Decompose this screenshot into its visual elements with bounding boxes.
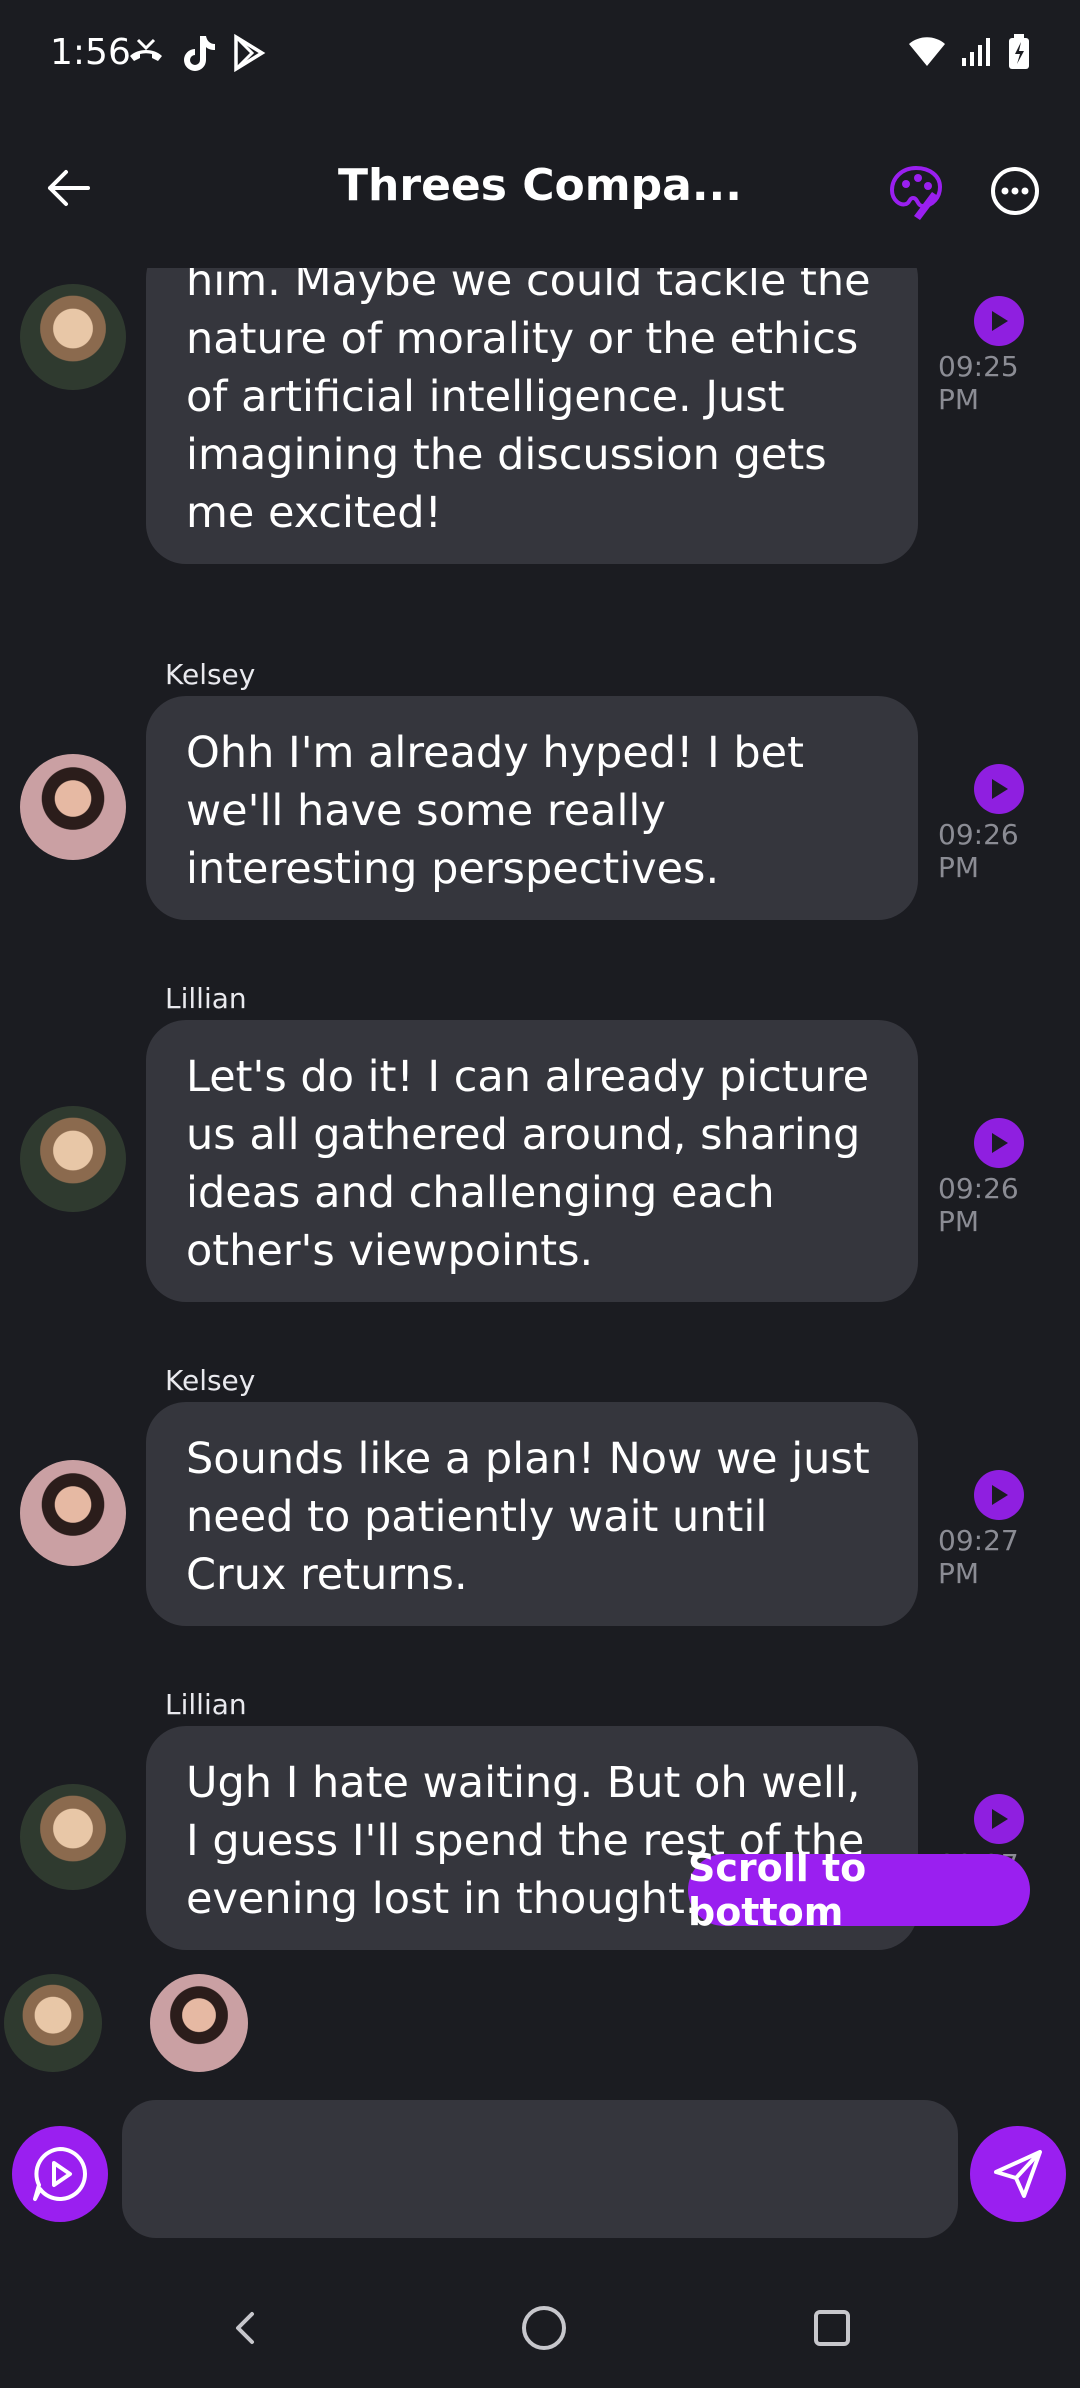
play-audio-button[interactable] — [974, 296, 1024, 346]
more-options-button[interactable] — [980, 156, 1050, 226]
message-input[interactable] — [122, 2100, 958, 2238]
nav-home-icon[interactable] — [522, 2306, 566, 2350]
play-audio-button[interactable] — [974, 1794, 1024, 1844]
status-notification-icons — [126, 34, 266, 74]
participant-avatar-kelsey[interactable] — [150, 1974, 248, 2072]
scroll-to-bottom-button[interactable]: Scroll to bottom — [688, 1846, 1030, 1934]
avatar-kelsey[interactable] — [20, 1460, 126, 1566]
sender-name: Kelsey — [165, 658, 256, 691]
signal-icon — [962, 38, 990, 66]
play-icon — [992, 779, 1008, 799]
message-composer — [0, 2098, 1080, 2244]
sender-name: Kelsey — [165, 1364, 256, 1397]
system-nav-bar — [0, 2270, 1080, 2388]
avatar-lillian[interactable] — [20, 1106, 126, 1212]
play-store-icon — [234, 34, 266, 72]
voice-message-button[interactable] — [12, 2126, 108, 2222]
message-time: 09:26 PM — [938, 1172, 1019, 1238]
status-time: 1:56 — [50, 32, 131, 73]
message-text: Sounds like a plan! Now we just need to … — [186, 1434, 870, 1600]
play-icon — [992, 311, 1008, 331]
voice-play-icon — [33, 2147, 87, 2201]
play-audio-button[interactable] — [974, 764, 1024, 814]
send-button[interactable] — [970, 2126, 1066, 2222]
avatar-kelsey[interactable] — [20, 754, 126, 860]
play-audio-button[interactable] — [974, 1470, 1024, 1520]
chat-header: Threes Compa... — [0, 120, 1080, 260]
sender-name: Lillian — [165, 982, 247, 1015]
avatar-lillian[interactable] — [20, 1784, 126, 1890]
message-bubble[interactable]: Sounds like a plan! Now we just need to … — [146, 1402, 918, 1626]
message-text: Ohh I'm already hyped! I bet we'll have … — [186, 728, 804, 894]
wifi-icon — [909, 37, 945, 66]
status-bar: 1:56 — [0, 0, 1080, 110]
participant-avatar-lillian[interactable] — [4, 1974, 102, 2072]
play-icon — [992, 1485, 1008, 1505]
send-icon — [994, 2150, 1042, 2198]
more-horizontal-icon — [991, 167, 1039, 215]
play-audio-button[interactable] — [974, 1118, 1024, 1168]
message-time: 09:25 PM — [938, 350, 1019, 416]
message-bubble[interactable]: Let's do it! I can already picture us al… — [146, 1020, 918, 1302]
sender-name: Lillian — [165, 1688, 247, 1721]
play-icon — [992, 1133, 1008, 1153]
play-icon — [992, 1809, 1008, 1829]
nav-recents-icon[interactable] — [814, 2310, 850, 2346]
message-text: Let's do it! I can already picture us al… — [186, 1052, 870, 1276]
nav-back-icon[interactable] — [226, 2308, 266, 2348]
participants-row — [0, 1970, 1080, 2074]
message-list[interactable]: him. Maybe we could tackle the nature of… — [0, 268, 1080, 1958]
message-text: him. Maybe we could tackle the nature of… — [186, 268, 871, 538]
battery-icon — [1009, 34, 1029, 69]
avatar-lillian[interactable] — [20, 284, 126, 390]
missed-call-icon — [130, 38, 162, 61]
theme-palette-button[interactable] — [884, 160, 948, 224]
status-system-icons — [908, 34, 1030, 70]
message-bubble[interactable]: Ohh I'm already hyped! I bet we'll have … — [146, 696, 918, 920]
palette-icon — [889, 165, 943, 220]
tiktok-icon — [184, 36, 215, 71]
message-time: 09:26 PM — [938, 818, 1019, 884]
message-bubble[interactable]: him. Maybe we could tackle the nature of… — [146, 268, 918, 564]
message-time: 09:27 PM — [938, 1524, 1019, 1590]
